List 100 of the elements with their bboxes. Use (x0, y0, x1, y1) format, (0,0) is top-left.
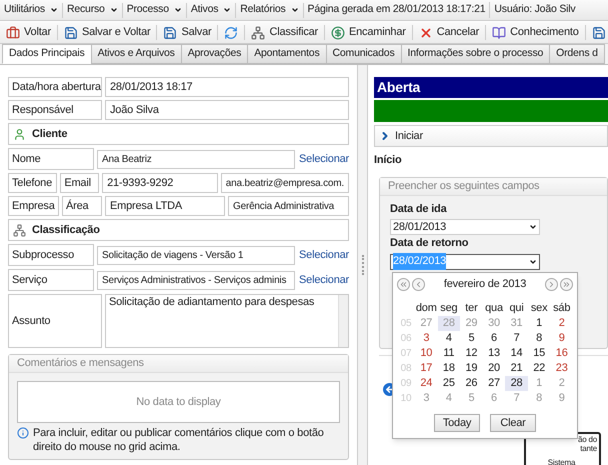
select-link[interactable]: Selecionar (299, 150, 349, 168)
calendar-day[interactable]: 14 (505, 346, 528, 361)
status-bar: Aberta (374, 77, 608, 98)
field-label: Assunto (8, 294, 102, 348)
field-label: Data de ida (390, 202, 448, 216)
field-value[interactable]: Gerência Administrativa (228, 196, 349, 216)
step-label: Iniciar (395, 128, 423, 144)
calendar-day[interactable]: 3 (415, 331, 438, 346)
field-label: Subprocesso (8, 244, 94, 266)
field-label: Responsável (8, 100, 102, 120)
textarea-text: Solicitação de adiantamento para despesas (108, 295, 316, 310)
calendar-day[interactable]: 24 (415, 376, 438, 391)
weekday-label: seg (439, 301, 458, 316)
calendar-day[interactable]: 21 (505, 361, 528, 376)
calendar-day[interactable]: 10 (415, 346, 438, 361)
menu-item[interactable]: Processo (122, 2, 187, 18)
next-year-button[interactable] (560, 278, 573, 290)
calendar-day[interactable]: 5 (460, 331, 483, 346)
toolbar-button[interactable]: Cancelar (412, 25, 486, 40)
toolbar-button[interactable]: Voltar (0, 25, 58, 40)
calendar-day[interactable]: 17 (415, 361, 438, 376)
field-label: Área (62, 196, 102, 216)
weekday-label: qua (484, 301, 504, 316)
save-icon (64, 26, 78, 40)
calendar-day[interactable]: 11 (438, 346, 460, 361)
date-field[interactable]: 28/01/2013 (390, 219, 540, 235)
select-link[interactable]: Selecionar (299, 272, 349, 288)
coin-icon (331, 26, 345, 40)
field-label: Empresa (8, 196, 59, 216)
field-label: Serviço (8, 269, 94, 291)
calendar-day[interactable]: 9 (550, 331, 573, 346)
person-icon (13, 128, 26, 140)
field-value[interactable]: Serviços Administrativos - Serviços adminis (97, 270, 296, 290)
scrollbar[interactable] (338, 295, 348, 347)
calendar-day[interactable]: 18 (438, 361, 460, 376)
calendar-day[interactable]: 19 (460, 361, 483, 376)
save-icon (163, 26, 178, 40)
calendar-day[interactable]: 2 (550, 316, 573, 331)
toolbar-button[interactable]: Conhecimento (486, 25, 586, 40)
calendar-day[interactable]: 20 (482, 361, 506, 376)
calendar-day[interactable]: 16 (550, 346, 573, 361)
calendar-day[interactable]: 27 (482, 376, 506, 391)
menu-item[interactable]: Recurso (62, 2, 123, 18)
field-value[interactable]: 21-9393-9292 (102, 173, 218, 193)
field-value[interactable]: ana.beatriz@empresa.com. (220, 173, 349, 193)
calendar-day[interactable]: 1 (528, 316, 550, 331)
calendar-day[interactable]: 28 (505, 376, 528, 391)
weekday-label: sex (530, 301, 548, 316)
empty-message: No data to display (136, 394, 221, 410)
calendar-day[interactable]: 26 (460, 376, 483, 391)
field-value[interactable]: Empresa LTDA (105, 196, 225, 216)
caret-icon (529, 223, 537, 231)
weekday-label: sáb (552, 301, 572, 316)
calendar-day[interactable]: 15 (528, 346, 550, 361)
toolbar-button[interactable]: Classificar (245, 25, 325, 40)
toolbar-button[interactable]: Encaminhar (325, 25, 413, 40)
calendar-day[interactable]: 8 (528, 331, 550, 346)
caret-icon (50, 6, 58, 14)
calendar-button[interactable]: Today (434, 414, 480, 432)
calendar-day[interactable]: 22 (528, 361, 550, 376)
briefcase-icon (6, 26, 20, 40)
field-value[interactable]: Ana Beatriz (97, 150, 296, 168)
calendar-button[interactable]: Clear (490, 414, 536, 432)
chevron-icon (562, 280, 571, 288)
caret-icon (223, 6, 232, 14)
previous-year-button[interactable] (397, 278, 410, 290)
tab[interactable]: Aprovações (180, 44, 248, 64)
tab[interactable]: Apontamentos (247, 44, 326, 64)
tab[interactable]: Ordens d (549, 44, 605, 64)
menu-item[interactable]: Relatórios (236, 2, 304, 18)
field-label: Nome (8, 148, 94, 170)
field-value[interactable]: Solicitação de viagens - Versão 1 (97, 246, 296, 264)
next-month-button[interactable] (545, 278, 558, 290)
calendar-day[interactable]: 13 (482, 346, 506, 361)
tab[interactable]: Comunicados (326, 44, 402, 64)
menu-item[interactable]: Ativos (186, 2, 236, 18)
field-value[interactable]: 28/01/2013 18:17 (105, 77, 349, 97)
chevron-icon (399, 280, 408, 288)
lane-label: Sistema (548, 458, 576, 465)
calendar-day[interactable]: 4 (438, 331, 460, 346)
calendar-day[interactable]: 12 (460, 346, 483, 361)
calendar-day[interactable]: 6 (482, 331, 506, 346)
select-link[interactable]: Selecionar (299, 246, 349, 264)
menu-item[interactable]: Utilitários (0, 2, 63, 18)
field-value[interactable]: João Silva (105, 100, 349, 120)
caret-icon (174, 6, 182, 14)
subject-textarea[interactable]: Solicitação de adiantamento para despesas (105, 294, 349, 348)
tab[interactable]: Informações sobre o processo (400, 44, 550, 64)
info-icon (17, 427, 29, 439)
caret-icon (290, 6, 299, 14)
calendar-day[interactable]: 7 (505, 331, 528, 346)
calendar-day[interactable]: 23 (550, 361, 573, 376)
node-label: ão do (578, 434, 597, 444)
toolbar-button[interactable]: Salvar (157, 25, 218, 40)
previous-month-button[interactable] (412, 278, 425, 290)
toolbar-button[interactable]: Salvar e Voltar (58, 25, 158, 40)
tab[interactable]: Ativos e Arquivos (90, 44, 182, 64)
caret-icon (110, 6, 118, 14)
tab[interactable]: Dados Principais (2, 44, 92, 64)
calendar-day[interactable]: 25 (438, 376, 460, 391)
